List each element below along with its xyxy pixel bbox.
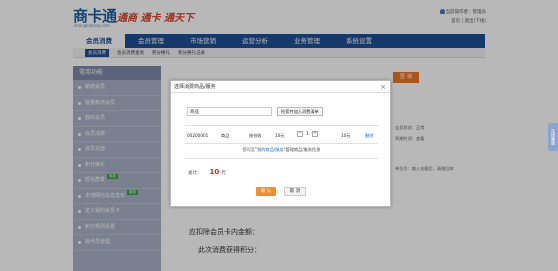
- product-code: 00200001: [187, 133, 209, 138]
- product-spec: 按份收: [249, 133, 262, 138]
- hint-suffix: "管理商品/服务信息: [283, 147, 321, 152]
- hint-divider: [185, 158, 378, 159]
- search-row: 检索并加入消费清单: [187, 107, 323, 116]
- quantity-value[interactable]: 1: [306, 132, 309, 137]
- product-search-input[interactable]: [187, 107, 272, 116]
- row-divider-bottom: [185, 143, 378, 144]
- total-label: 总计：: [188, 171, 202, 176]
- manage-hint: 您可至"我的商品/服务"管理商品/服务信息: [171, 147, 392, 153]
- online-service-tab[interactable]: 在线客服: [548, 123, 558, 151]
- hint-prefix: 您可至": [242, 147, 258, 152]
- product-price: 10元: [275, 133, 285, 138]
- row-divider-top: [185, 125, 378, 126]
- confirm-button[interactable]: 确 认: [256, 187, 276, 196]
- plus-button[interactable]: +: [311, 131, 318, 137]
- dialog-header: 选择消费商品/服务 ×: [171, 81, 390, 93]
- total-unit: 元: [221, 171, 226, 176]
- my-products-link[interactable]: 我的商品/服务: [257, 147, 284, 152]
- cancel-button[interactable]: 取 消: [284, 187, 306, 196]
- quantity-stepper: − 1 +: [297, 131, 318, 137]
- search-add-button[interactable]: 检索并加入消费清单: [277, 107, 323, 116]
- minus-button[interactable]: −: [297, 131, 303, 137]
- dialog-title: 选择消费商品/服务: [174, 84, 216, 90]
- product-name: 商品: [221, 133, 230, 138]
- product-subtotal: 10元: [341, 133, 351, 138]
- total-row: 总计： 10 元: [188, 168, 226, 176]
- select-product-dialog: 选择消费商品/服务 × 检索并加入消费清单 00200001 商品 按份收 10…: [170, 80, 391, 207]
- close-icon[interactable]: ×: [380, 81, 386, 93]
- delete-link[interactable]: 删除: [365, 133, 373, 139]
- total-amount: 10: [209, 168, 220, 176]
